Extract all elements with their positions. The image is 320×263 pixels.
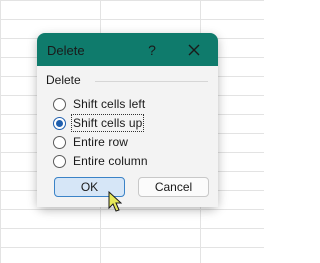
radio-shift-cells-left[interactable]: Shift cells left bbox=[53, 95, 145, 113]
mouse-pointer-icon bbox=[108, 191, 122, 212]
delete-dialog: Delete ? Delete Shift cells left Shift c… bbox=[37, 33, 218, 207]
radio-circle[interactable] bbox=[53, 97, 66, 111]
dialog-titlebar[interactable]: Delete ? bbox=[37, 33, 218, 66]
dialog-title: Delete bbox=[47, 43, 85, 58]
radio-label: Shift cells up bbox=[70, 114, 145, 132]
group-label: Delete bbox=[46, 73, 81, 87]
radio-entire-row[interactable]: Entire row bbox=[53, 133, 128, 151]
help-button[interactable]: ? bbox=[140, 39, 164, 61]
radio-label: Entire column bbox=[73, 154, 148, 168]
radio-circle-selected[interactable] bbox=[53, 116, 66, 130]
close-icon bbox=[188, 44, 200, 56]
cancel-button[interactable]: Cancel bbox=[138, 177, 209, 197]
radio-entire-column[interactable]: Entire column bbox=[53, 152, 148, 170]
radio-circle[interactable] bbox=[53, 135, 66, 149]
radio-label: Entire row bbox=[73, 135, 129, 149]
radio-circle[interactable] bbox=[53, 154, 66, 168]
radio-label: Shift cells left bbox=[73, 97, 146, 111]
radio-shift-cells-up[interactable]: Shift cells up bbox=[53, 114, 145, 132]
close-button[interactable] bbox=[182, 39, 206, 61]
group-separator bbox=[95, 81, 208, 82]
